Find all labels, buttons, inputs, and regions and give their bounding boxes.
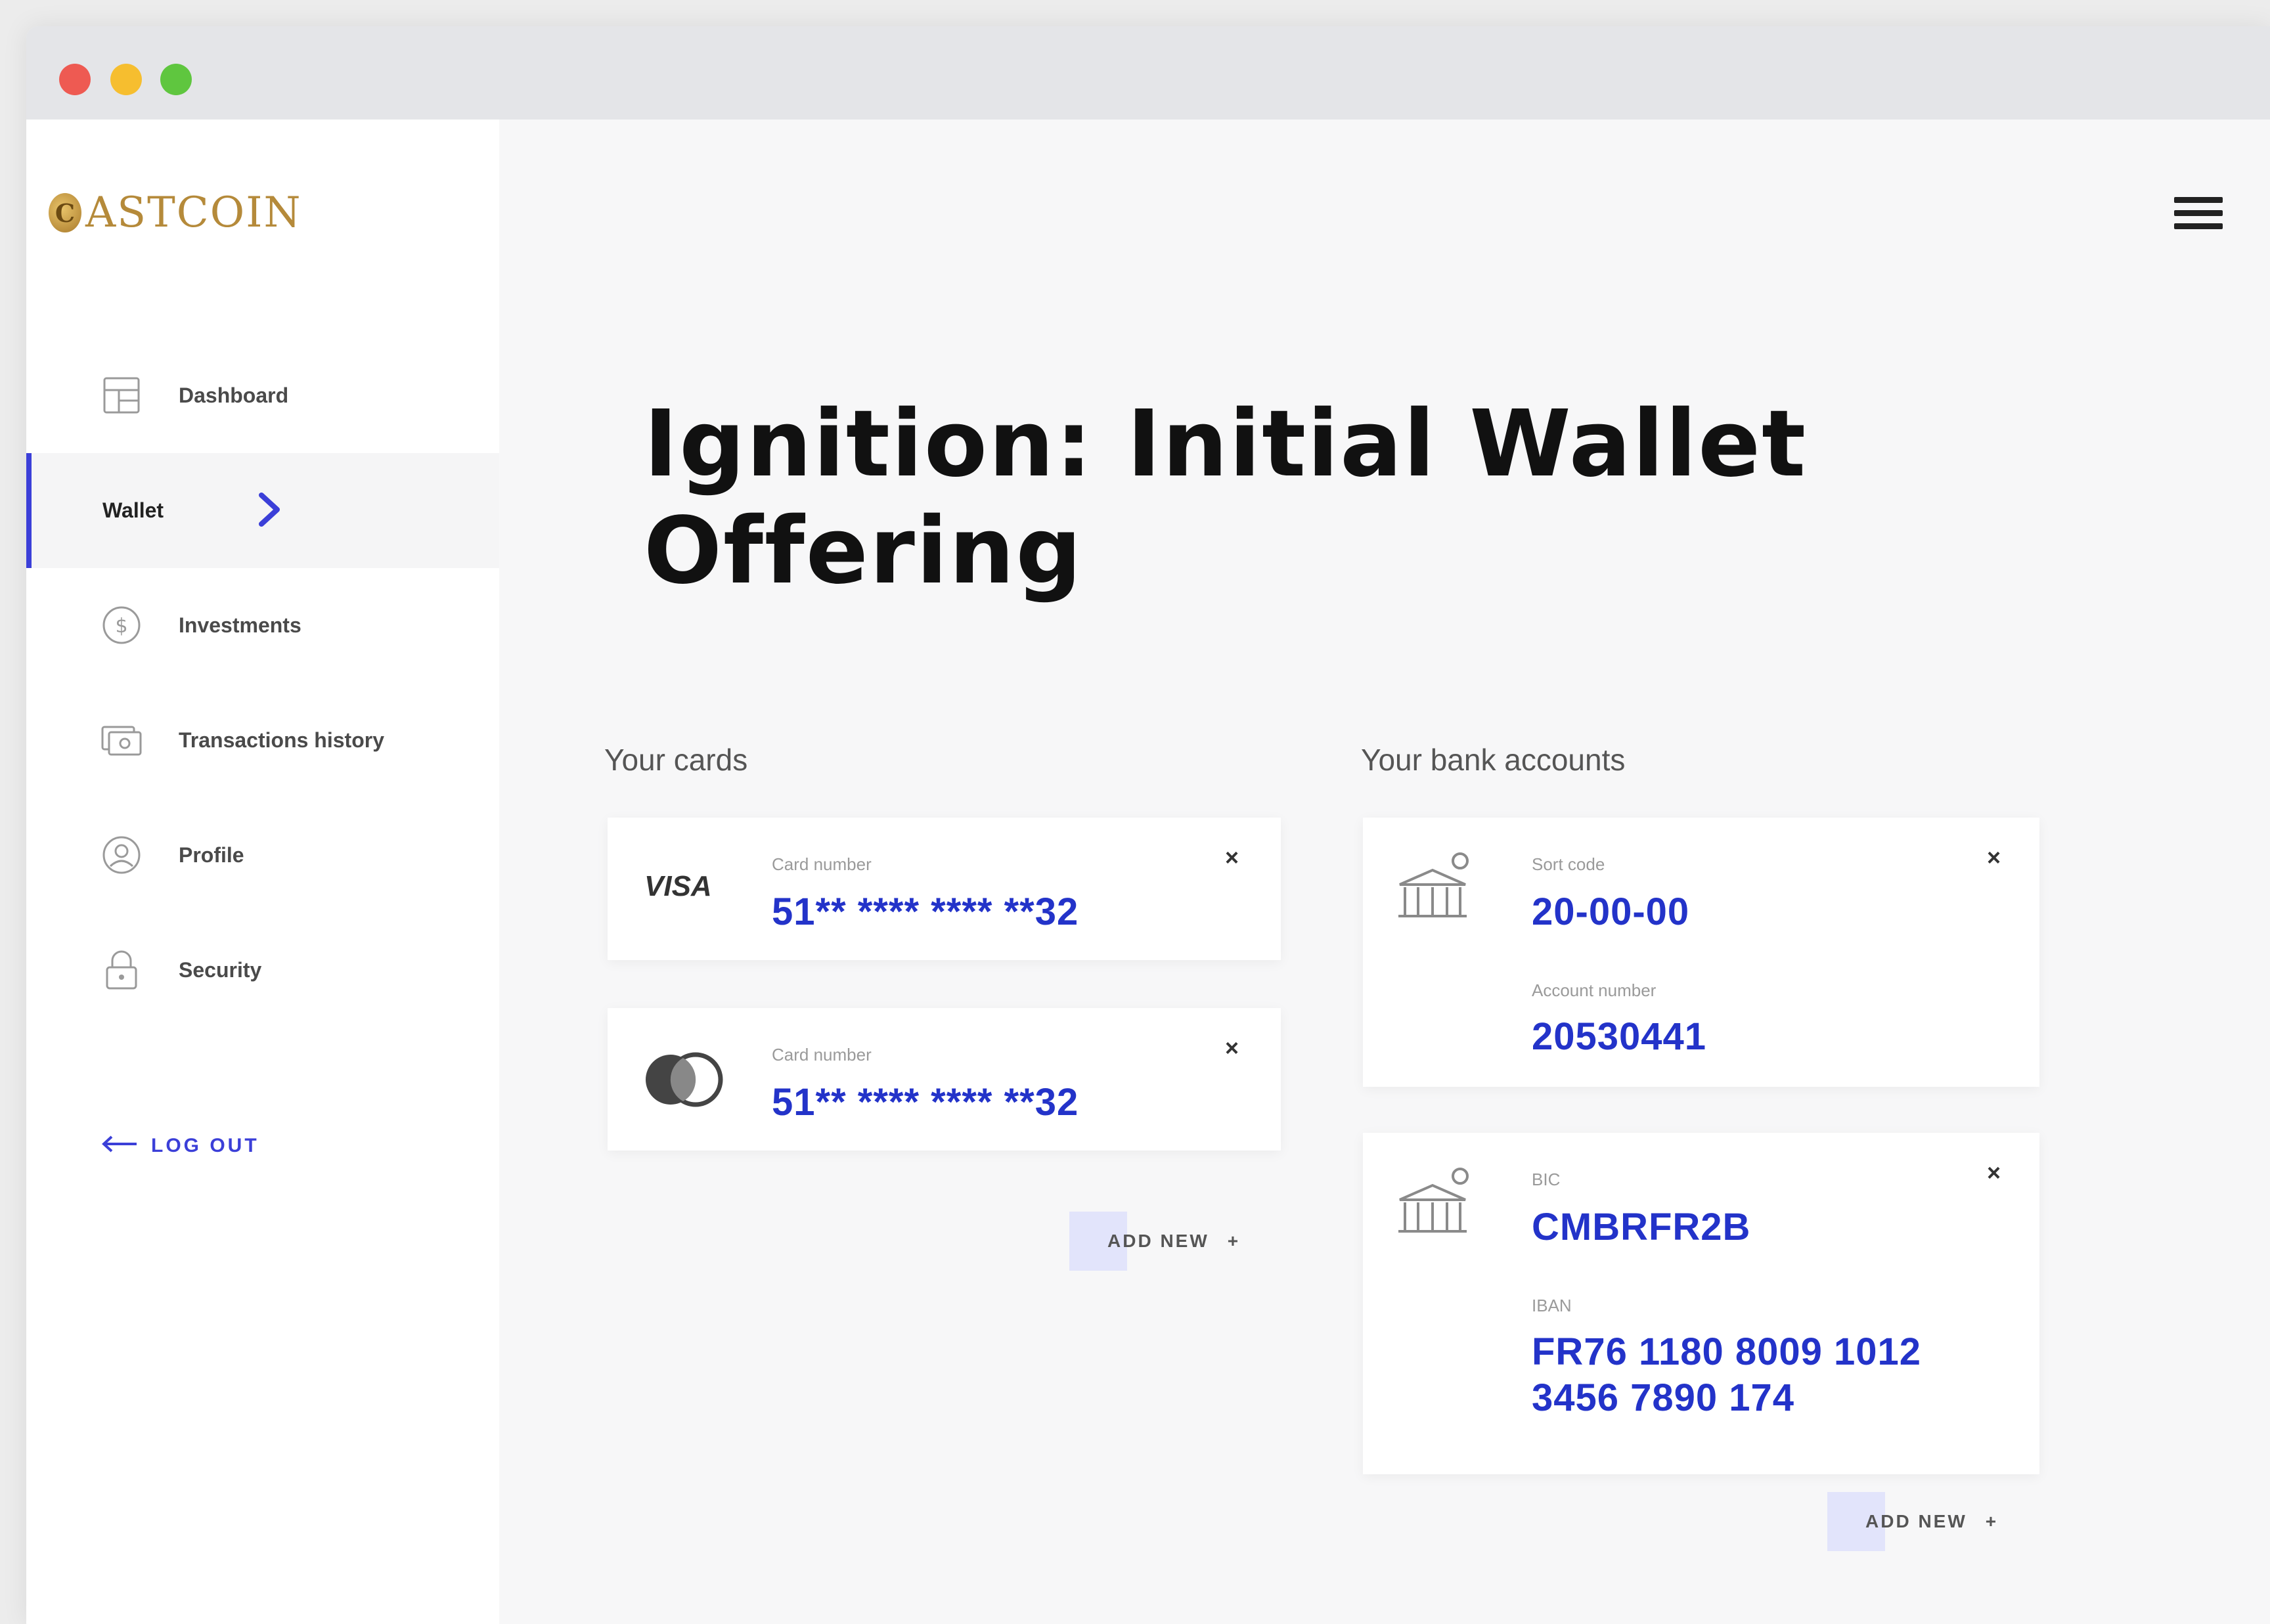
visa-logo: VISA — [644, 870, 712, 902]
sidebar-item-label: Investments — [179, 613, 301, 637]
close-window-button[interactable] — [59, 64, 91, 95]
iban-label: IBAN — [1532, 1296, 1572, 1315]
card-number-value: 51** **** **** **32 — [772, 1081, 1079, 1124]
sidebar-item-transactions-history[interactable]: Transactions history — [26, 691, 499, 789]
sidebar-item-wallet[interactable]: Wallet — [26, 453, 499, 568]
sidebar-item-label: Transactions history — [179, 728, 384, 752]
logout-button[interactable]: LOG OUT — [100, 1134, 259, 1157]
sidebar-item-profile[interactable]: Profile — [26, 806, 499, 904]
browser-window: C ASTCOIN Dashboard Wallet $ Investments — [26, 26, 2270, 1624]
add-new-label: ADD NEW — [1865, 1511, 1967, 1531]
transactions-icon — [100, 720, 143, 760]
bic-value: CMBRFR2B — [1532, 1206, 1751, 1248]
minimize-window-button[interactable] — [110, 64, 142, 95]
sidebar-item-label: Profile — [179, 843, 244, 867]
window-titlebar — [26, 26, 2270, 120]
cards-section-title: Your cards — [604, 743, 748, 777]
remove-card-button[interactable]: × — [1225, 1034, 1239, 1062]
account-number-value: 20530441 — [1532, 1015, 1707, 1058]
sidebar-item-label: Security — [179, 957, 262, 982]
card-number-label: Card number — [772, 1045, 872, 1064]
bank-icon — [1396, 1166, 1475, 1241]
sidebar-item-dashboard[interactable]: Dashboard — [26, 346, 499, 445]
remove-bank-account-button[interactable]: × — [1987, 1159, 2001, 1187]
add-card-button[interactable]: ADD NEW + — [1069, 1212, 1280, 1271]
logout-label: LOG OUT — [151, 1134, 259, 1156]
sidebar-item-investments[interactable]: $ Investments — [26, 576, 499, 674]
coin-logo-icon: C — [49, 193, 81, 232]
bank-account-card[interactable]: BIC CMBRFR2B IBAN FR76 1180 8009 1012 34… — [1363, 1133, 2039, 1474]
sidebar: C ASTCOIN Dashboard Wallet $ Investments — [26, 120, 499, 1624]
bank-account-card[interactable]: Sort code 20-00-00 Account number 205304… — [1363, 818, 2039, 1087]
payment-card[interactable]: VISA Card number 51** **** **** **32 × — [608, 818, 1281, 960]
sidebar-item-security[interactable]: Security — [26, 921, 499, 1019]
arrow-left-icon — [100, 1134, 139, 1157]
sidebar-item-label: Dashboard — [179, 383, 289, 407]
bank-icon — [1396, 850, 1475, 926]
dollar-icon: $ — [100, 605, 143, 645]
add-bank-account-button[interactable]: ADD NEW + — [1827, 1492, 2037, 1551]
mastercard-logo — [640, 1050, 726, 1112]
dashboard-icon — [100, 376, 143, 415]
brand-name: ASTCOIN — [85, 188, 302, 237]
page-title: Ignition: Initial Wallet Offering — [644, 391, 1808, 605]
remove-bank-account-button[interactable]: × — [1987, 844, 2001, 871]
payment-card[interactable]: Card number 51** **** **** **32 × — [608, 1008, 1281, 1151]
sort-code-value: 20-00-00 — [1532, 890, 1690, 933]
remove-card-button[interactable]: × — [1225, 844, 1239, 871]
sidebar-item-label: Wallet — [102, 498, 164, 522]
bic-label: BIC — [1532, 1170, 1561, 1189]
lock-icon — [100, 950, 143, 990]
chevron-right-icon — [250, 475, 289, 544]
card-number-value: 51** **** **** **32 — [772, 890, 1079, 933]
plus-icon: + — [1227, 1231, 1239, 1251]
plus-icon: + — [1985, 1511, 1997, 1531]
account-number-label: Account number — [1532, 980, 1657, 1000]
iban-value-line1: FR76 1180 8009 1012 — [1532, 1330, 1922, 1373]
active-indicator — [26, 453, 32, 568]
bank-section-title: Your bank accounts — [1361, 743, 1626, 777]
user-icon — [100, 835, 143, 875]
maximize-window-button[interactable] — [160, 64, 192, 95]
iban-value-line2: 3456 7890 174 — [1532, 1376, 1795, 1419]
menu-icon[interactable] — [2174, 197, 2223, 236]
sort-code-label: Sort code — [1532, 854, 1605, 874]
add-new-label: ADD NEW — [1107, 1231, 1209, 1251]
card-number-label: Card number — [772, 854, 872, 874]
svg-text:$: $ — [115, 615, 127, 638]
brand-logo[interactable]: C ASTCOIN — [49, 188, 301, 237]
